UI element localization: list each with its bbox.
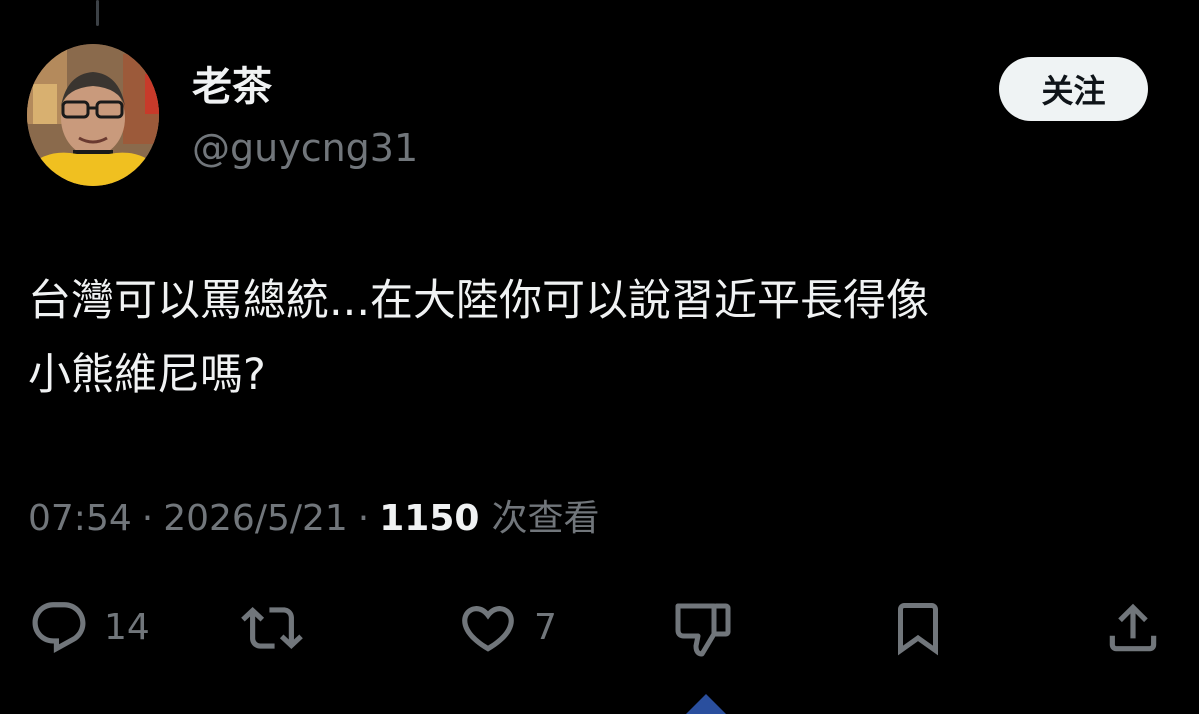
views-count[interactable]: 1150 (379, 494, 479, 544)
reply-count: 14 (104, 607, 150, 648)
retweet-icon (241, 607, 303, 649)
views-label[interactable]: 次查看 (491, 494, 599, 544)
thread-connector-line (96, 0, 99, 26)
meta-separator: · (357, 498, 370, 539)
tweet-meta: 07:54 · 2026/5/21 · 1150 次查看 (28, 494, 599, 544)
tweet-text-line: 小熊維尼嗎? (28, 350, 266, 400)
like-count: 7 (534, 607, 557, 648)
reply-button[interactable]: 14 (28, 596, 150, 660)
author-display-name[interactable]: 老茶 (192, 62, 272, 112)
heart-icon (462, 606, 514, 652)
follow-button[interactable]: 关注 (999, 57, 1148, 121)
dislike-button[interactable] (670, 596, 734, 660)
avatar-image (27, 44, 159, 186)
tweet-text-line: 台灣可以罵總統...在大陸你可以說習近平長得像 (28, 276, 930, 326)
author-handle[interactable]: @guycng31 (192, 124, 418, 172)
tweet-text: 台灣可以罵總統...在大陸你可以說習近平長得像 小熊維尼嗎? (28, 264, 1168, 412)
reply-icon (32, 602, 86, 654)
meta-separator: · (141, 498, 154, 539)
tweet-time[interactable]: 07:54 (28, 494, 132, 544)
share-icon (1109, 603, 1157, 652)
thumbs-down-icon (675, 603, 731, 657)
tweet-date[interactable]: 2026/5/21 (163, 494, 348, 544)
share-button[interactable] (1102, 596, 1164, 660)
tab-indicator (686, 694, 726, 714)
avatar[interactable] (27, 44, 159, 186)
retweet-button[interactable] (238, 596, 306, 660)
like-button[interactable]: 7 (456, 596, 557, 660)
bookmark-button[interactable] (888, 596, 948, 660)
bookmark-icon (898, 603, 938, 656)
